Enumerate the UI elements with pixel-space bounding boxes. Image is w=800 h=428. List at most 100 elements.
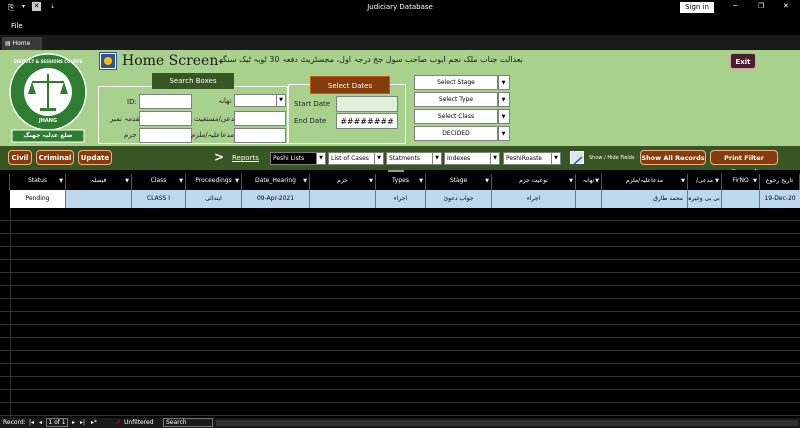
- filter-dropdown-icon[interactable]: ▼: [595, 174, 599, 188]
- filter-dropdown-icon[interactable]: ▼: [303, 174, 307, 188]
- filter-dropdown-icon[interactable]: ▼: [753, 174, 757, 188]
- cell-reference-date[interactable]: 19-Dec-20: [760, 190, 800, 208]
- civil-button[interactable]: Civil: [8, 150, 32, 165]
- filter-dropdown-icon[interactable]: ▼: [179, 174, 183, 188]
- plaintiff-field[interactable]: [234, 111, 286, 126]
- cell-plaintiff[interactable]: مسرت بی بی وغیرہ: [688, 190, 722, 208]
- case-no-field[interactable]: [139, 111, 192, 126]
- show-hide-fields-label[interactable]: Show / Hide Fields: [589, 155, 635, 161]
- id-field[interactable]: [139, 94, 192, 109]
- filter-dropdown-icon[interactable]: ▼: [235, 174, 239, 188]
- chevron-down-icon[interactable]: ▼: [490, 153, 499, 164]
- class-dropdown[interactable]: ▼: [498, 109, 510, 124]
- cell-proceedings[interactable]: ابتدائی: [186, 190, 242, 208]
- decided-select[interactable]: DECIDED: [414, 126, 498, 141]
- col-firno[interactable]: FirNO ▼: [722, 174, 760, 190]
- col-class[interactable]: Class ▼: [132, 174, 186, 190]
- tab-home[interactable]: ▤ Home: [2, 37, 42, 50]
- sign-in-button[interactable]: Sign in: [680, 2, 714, 13]
- filter-dropdown-icon[interactable]: ▼: [419, 174, 423, 188]
- start-date-field[interactable]: [336, 96, 398, 112]
- peshi-lists-combo[interactable]: Peshi Lists ▼: [270, 152, 326, 165]
- col-stage[interactable]: Stage ▼: [426, 174, 492, 190]
- list-of-cases-combo[interactable]: List of Cases ▼: [328, 152, 384, 165]
- next-record-icon[interactable]: ▸: [72, 419, 75, 426]
- thana-combo[interactable]: ▼: [234, 94, 286, 107]
- cell-types[interactable]: اجراء: [376, 190, 426, 208]
- cell-thana[interactable]: [576, 190, 602, 208]
- stage-dropdown[interactable]: ▼: [498, 75, 510, 90]
- col-date-hearing[interactable]: Date_Hearing ▼: [242, 174, 310, 190]
- filter-dropdown-icon[interactable]: ▼: [569, 174, 573, 188]
- close-window-icon[interactable]: ✕: [783, 2, 789, 10]
- chevron-down-icon[interactable]: ▼: [316, 153, 325, 164]
- cell-stage[interactable]: جواب دعویٰ: [426, 190, 492, 208]
- chevron-down-icon[interactable]: ▼: [374, 153, 383, 164]
- col-status[interactable]: Status ▼: [10, 174, 66, 190]
- record-position[interactable]: 1 of 1: [46, 418, 68, 427]
- col-reference-date[interactable]: تاریخ رجوع: [760, 174, 800, 190]
- peshi-roaster-combo[interactable]: PeshiRoaste ▼: [503, 152, 561, 165]
- select-type[interactable]: Select Type: [414, 92, 498, 107]
- chevron-down-icon[interactable]: ▼: [498, 110, 509, 123]
- decided-dropdown[interactable]: ▼: [498, 126, 510, 141]
- chevron-down-icon[interactable]: ▼: [551, 153, 560, 164]
- col-crime-nature[interactable]: نوعیت جرم ▼: [492, 174, 576, 190]
- indexes-combo[interactable]: Indexes ▼: [444, 152, 500, 165]
- col-thana[interactable]: تھانہ ▼: [576, 174, 602, 190]
- search-box[interactable]: Search: [163, 418, 213, 427]
- menu-file[interactable]: File: [11, 22, 23, 30]
- filter-dropdown-icon[interactable]: ▼: [59, 174, 63, 188]
- table-row[interactable]: Pending CLASS I ابتدائی 09-Apr-2021 اجرا…: [0, 190, 800, 208]
- col-plaintiff[interactable]: مدعی/مستغیث▼: [688, 174, 722, 198]
- col-crime-nature-label: نوعیت جرم: [519, 177, 548, 184]
- new-record-icon[interactable]: ▸*: [91, 419, 97, 426]
- maximize-icon[interactable]: ❐: [758, 2, 764, 10]
- last-record-icon[interactable]: ▸|: [80, 419, 85, 426]
- first-record-icon[interactable]: |◂: [29, 419, 34, 426]
- cell-firno[interactable]: [722, 190, 760, 208]
- col-types[interactable]: Types ▼: [376, 174, 426, 190]
- cell-date-hearing[interactable]: 09-Apr-2021: [242, 190, 310, 208]
- end-date-field[interactable]: ########: [336, 113, 398, 129]
- filter-icon[interactable]: ✗: [116, 419, 121, 426]
- show-hide-fields-icon[interactable]: [570, 151, 584, 167]
- prev-record-icon[interactable]: ◂: [39, 419, 42, 426]
- cell-verdict[interactable]: [66, 190, 132, 208]
- chevron-down-icon[interactable]: ▼: [276, 95, 285, 106]
- cell-crime-nature[interactable]: اجراء: [492, 190, 576, 208]
- chevron-down-icon[interactable]: ▼: [498, 76, 509, 89]
- select-class[interactable]: Select Class: [414, 109, 498, 124]
- print-filter-record-button[interactable]: Print Filter Record: [710, 150, 778, 176]
- crime-field[interactable]: [139, 128, 192, 143]
- cell-class[interactable]: CLASS I: [132, 190, 186, 208]
- chevron-down-icon[interactable]: ▼: [432, 153, 441, 164]
- filter-status[interactable]: Unfiltered: [124, 419, 154, 426]
- cell-crime[interactable]: [310, 190, 376, 208]
- criminal-button[interactable]: Criminal: [36, 150, 74, 165]
- col-proceedings[interactable]: Proceedings ▼: [186, 174, 242, 190]
- minimize-icon[interactable]: ─: [733, 2, 737, 10]
- row-selector-header[interactable]: [0, 174, 10, 190]
- cell-accused[interactable]: محمد طارق: [602, 190, 688, 208]
- statments-combo[interactable]: Statments ▼: [386, 152, 442, 165]
- filter-dropdown-icon[interactable]: ▼: [715, 174, 719, 188]
- filter-dropdown-icon[interactable]: ▼: [681, 174, 685, 188]
- update-button[interactable]: Update: [78, 150, 112, 165]
- col-crime[interactable]: جرم ▼: [310, 174, 376, 190]
- show-all-records-button[interactable]: Show All Records: [640, 150, 706, 165]
- cell-status[interactable]: Pending: [10, 190, 66, 208]
- exit-button[interactable]: Exit: [730, 53, 756, 69]
- row-selector[interactable]: [0, 190, 10, 208]
- horizontal-scrollbar[interactable]: [216, 420, 798, 426]
- chevron-down-icon[interactable]: ▼: [498, 127, 509, 140]
- chevron-down-icon[interactable]: ▼: [498, 93, 509, 106]
- filter-dropdown-icon[interactable]: ▼: [125, 174, 129, 188]
- filter-dropdown-icon[interactable]: ▼: [485, 174, 489, 188]
- col-verdict[interactable]: فیصلہ ▼: [66, 174, 132, 190]
- type-dropdown[interactable]: ▼: [498, 92, 510, 107]
- select-stage[interactable]: Select Stage: [414, 75, 498, 90]
- col-accused[interactable]: مدعاعلیہ/ملزم ▼: [602, 174, 688, 190]
- accused-field[interactable]: [234, 128, 286, 143]
- filter-dropdown-icon[interactable]: ▼: [369, 174, 373, 188]
